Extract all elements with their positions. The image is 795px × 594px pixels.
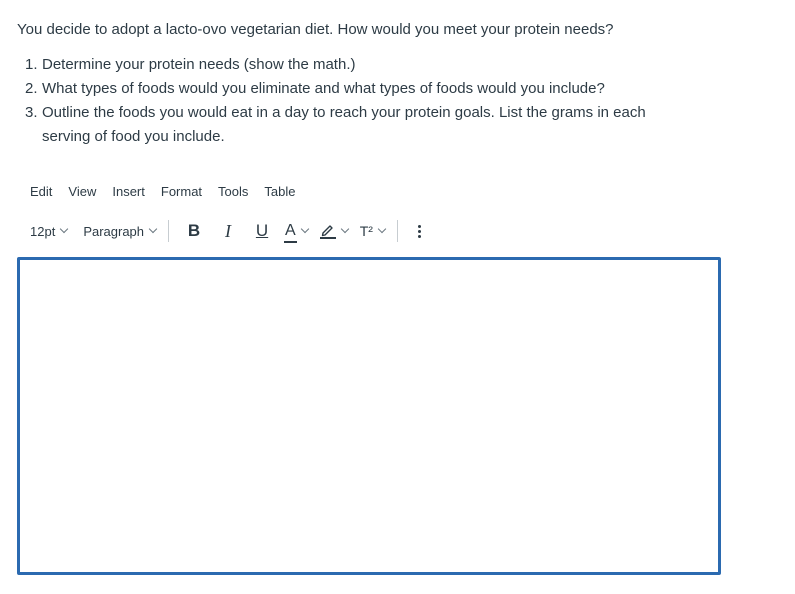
font-size-value: 12pt: [30, 223, 56, 239]
menu-table[interactable]: Table: [256, 182, 303, 202]
answer-editor[interactable]: [17, 257, 721, 575]
question-item: 3. Outline the foods you would eat in a …: [17, 101, 692, 149]
menu-edit[interactable]: Edit: [22, 182, 60, 202]
menu-insert[interactable]: Insert: [104, 182, 153, 202]
bold-icon: B: [187, 221, 201, 240]
question-item-number: 3.: [25, 104, 38, 121]
highlight-pen-icon: [319, 222, 336, 240]
underline-button[interactable]: U: [245, 219, 279, 243]
bold-button[interactable]: B: [177, 219, 211, 243]
chevron-down-icon: [340, 224, 349, 234]
italic-button[interactable]: I: [211, 219, 245, 243]
question-item-number: 1.: [25, 56, 38, 73]
superscript-button[interactable]: T²: [354, 219, 391, 243]
toolbar-separator: [396, 220, 398, 242]
question-item-number: 2.: [25, 80, 38, 97]
chevron-down-icon: [300, 224, 309, 234]
question-item-text: Determine your protein needs (show the m…: [42, 56, 356, 73]
font-size-dropdown[interactable]: 12pt: [24, 219, 73, 243]
text-color-icon: A: [284, 222, 297, 243]
block-format-value: Paragraph: [83, 223, 145, 239]
question-item: 1. Determine your protein needs (show th…: [17, 53, 692, 77]
menu-view[interactable]: View: [60, 182, 104, 202]
chevron-down-icon: [377, 224, 387, 234]
text-color-button[interactable]: A: [279, 219, 314, 243]
question-list: 1. Determine your protein needs (show th…: [17, 53, 777, 149]
highlight-color-button[interactable]: [314, 219, 354, 243]
italic-icon: I: [225, 220, 232, 241]
superscript-icon: T²: [359, 223, 373, 239]
menu-format[interactable]: Format: [153, 182, 210, 202]
toolbar-separator: [168, 220, 170, 242]
chevron-down-icon: [60, 224, 69, 234]
question-item: 2. What types of foods would you elimina…: [17, 77, 692, 101]
block-format-dropdown[interactable]: Paragraph: [77, 219, 162, 243]
question-intro: You decide to adopt a lacto-ovo vegetari…: [17, 21, 614, 38]
menu-tools[interactable]: Tools: [210, 182, 256, 202]
editor-menubar: Edit View Insert Format Tools Table: [22, 182, 303, 202]
editor-toolbar: 12pt Paragraph B I U A T²: [24, 218, 426, 244]
underline-icon: U: [255, 221, 269, 240]
question-item-text: What types of foods would you eliminate …: [42, 80, 605, 97]
more-vertical-icon[interactable]: [414, 221, 426, 241]
question-prompt: You decide to adopt a lacto-ovo vegetari…: [17, 20, 777, 149]
chevron-down-icon: [148, 224, 158, 234]
question-item-text: Outline the foods you would eat in a day…: [42, 104, 646, 145]
